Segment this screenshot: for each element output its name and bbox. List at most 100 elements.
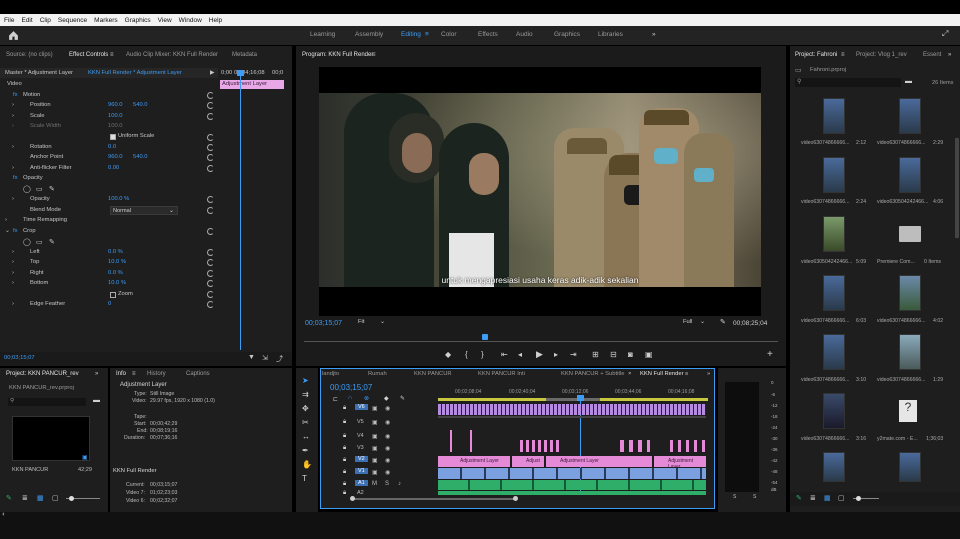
track-select-tool-icon[interactable]: ⇉ [302,390,309,399]
reset-icon[interactable] [207,291,214,298]
reset-icon[interactable] [207,228,214,235]
reset-icon[interactable] [207,154,214,161]
lock-icon[interactable]: 🔒︎ [343,405,346,412]
pen-mask-icon[interactable]: ✎ [49,185,55,195]
unknown-file-icon[interactable]: ? [899,400,917,422]
comparison-view-icon[interactable]: ▣ [645,350,653,359]
eye-icon[interactable]: ◉ [385,405,390,412]
timeline-tab[interactable]: KKN PANCUR + Subtitle [561,371,625,377]
timeline-tab[interactable]: Rumah [368,371,387,377]
uniform-scale-checkbox[interactable] [110,134,116,140]
pencil-icon[interactable]: ✎ [796,494,802,502]
menu-sequence[interactable]: Sequence [58,17,87,24]
fx-badge-crop[interactable]: fx [13,228,18,238]
more-workspaces-icon[interactable]: » [652,31,656,38]
workspace-libraries[interactable]: Libraries [598,31,623,38]
crop-top-value[interactable]: 10.0 % [108,259,126,269]
media-thumbnail[interactable] [899,98,921,134]
sync-lock-icon[interactable]: ▣ [372,469,378,476]
lock-icon[interactable]: 🔒︎ [343,445,346,452]
effect-motion[interactable]: Motion [23,92,40,102]
timeline-tab[interactable]: KKN PANCUR [414,371,452,377]
adjustment-layer-clip[interactable]: Adjustment Layer [546,456,652,467]
mark-out-icon[interactable]: } [481,350,484,359]
tab-metadata[interactable]: Metadata [232,52,257,58]
sync-lock-icon[interactable]: ▣ [372,405,378,412]
chevron-right-icon[interactable]: › [12,144,14,154]
track-label[interactable]: V3 [357,445,364,451]
audio-clips-a2[interactable] [438,491,706,495]
position-x-value[interactable]: 960.0 [108,102,123,112]
master-clip-label[interactable]: Master * Adjustment Layer [5,70,73,80]
ec-current-time[interactable]: 00;03;15;07 [4,355,35,365]
magnet-icon[interactable]: ∩ [348,395,352,401]
project-search-input[interactable]: ⚲ [8,398,86,406]
new-bin-icon[interactable]: ▬ [93,397,100,404]
eye-icon[interactable]: ◉ [385,445,390,452]
mark-in-icon[interactable]: { [465,350,468,359]
home-icon[interactable] [8,30,19,41]
crop-bottom-value[interactable]: 10.0 % [108,280,126,290]
anchor-y-value[interactable]: 540.0 [133,154,148,164]
lock-icon[interactable]: 🔒︎ [343,457,346,464]
chevron-right-icon[interactable]: › [12,102,14,112]
chevron-right-icon[interactable]: › [12,196,14,206]
pen-tool-icon[interactable]: ✒ [302,446,309,455]
workspace-editing[interactable]: Editing [401,31,421,38]
lock-icon[interactable]: 🔒︎ [343,433,346,440]
razor-tool-icon[interactable]: ✂ [302,418,309,427]
track-label[interactable]: V2 [355,456,368,462]
reset-icon[interactable] [207,165,214,172]
chevron-right-icon[interactable]: › [12,259,14,269]
mute-icon[interactable]: M [372,481,377,487]
tab-audio-clip-mixer[interactable]: Audio Clip Mixer: KKN Full Render [126,52,218,58]
hand-tool-icon[interactable]: ✋ [302,460,312,469]
media-thumbnail[interactable] [823,452,845,482]
adjustment-layer-clip[interactable]: Adjustment Layer [438,456,510,467]
clip-v3[interactable] [620,440,650,452]
slip-tool-icon[interactable]: ↔ [302,432,310,441]
track-label[interactable]: V4 [357,433,364,439]
reset-icon[interactable] [207,259,214,266]
play-icon[interactable]: ▶ [536,349,543,360]
tab-project-kkn[interactable]: Project: KKN PANCUR_rev [6,371,79,377]
program-timecode[interactable]: 00;03;15;07 [305,320,342,327]
clip-marker[interactable] [450,430,452,452]
add-marker-icon[interactable]: ◆ [384,395,389,402]
project-scrollbar[interactable] [955,138,959,238]
video-clips-v1[interactable] [438,468,706,479]
clip-v3[interactable] [520,440,560,452]
icon-view-icon[interactable]: ▦ [37,494,44,502]
menu-window[interactable]: Window [179,17,202,24]
reset-icon[interactable] [207,92,214,99]
tab-captions[interactable]: Captions [186,371,210,377]
chevron-right-icon[interactable]: › [12,249,14,259]
media-thumbnail[interactable] [823,275,845,311]
workspace-color[interactable]: Color [441,31,457,38]
camera-icon[interactable]: ◙ [628,350,633,359]
reset-icon[interactable] [207,280,214,287]
panel-menu-icon[interactable]: ≡ [685,371,688,377]
settings-wrench-icon[interactable]: ✎ [400,395,405,402]
workspace-audio[interactable]: Audio [516,31,533,38]
go-to-out-icon[interactable]: ⇥ [570,350,577,359]
timeline-scrollbar[interactable] [352,498,517,500]
ellipse-mask-icon[interactable]: ◯ [23,238,31,248]
zoom-slider-handle[interactable] [69,496,74,501]
filter-icon[interactable]: ▼ [248,354,255,364]
wrench-icon[interactable]: ✎ [720,318,726,326]
lift-icon[interactable]: ⊞ [592,350,599,359]
media-thumbnail[interactable] [823,157,845,193]
add-marker-icon[interactable]: ◆ [445,350,451,359]
workspace-menu-icon[interactable]: ≡ [425,31,429,38]
menu-file[interactable]: File [4,17,14,24]
workspace-assembly[interactable]: Assembly [355,31,383,38]
anchor-x-value[interactable]: 960.0 [108,154,123,164]
chevron-right-icon[interactable]: › [12,301,14,311]
sync-lock-icon[interactable]: ▣ [372,457,378,464]
eye-icon[interactable]: ◉ [385,419,390,426]
program-monitor-title[interactable]: Program: KKN Full Render [302,52,373,58]
list-view-icon[interactable]: ≣ [22,494,28,502]
menu-markers[interactable]: Markers [94,17,117,24]
menu-edit[interactable]: Edit [21,17,32,24]
